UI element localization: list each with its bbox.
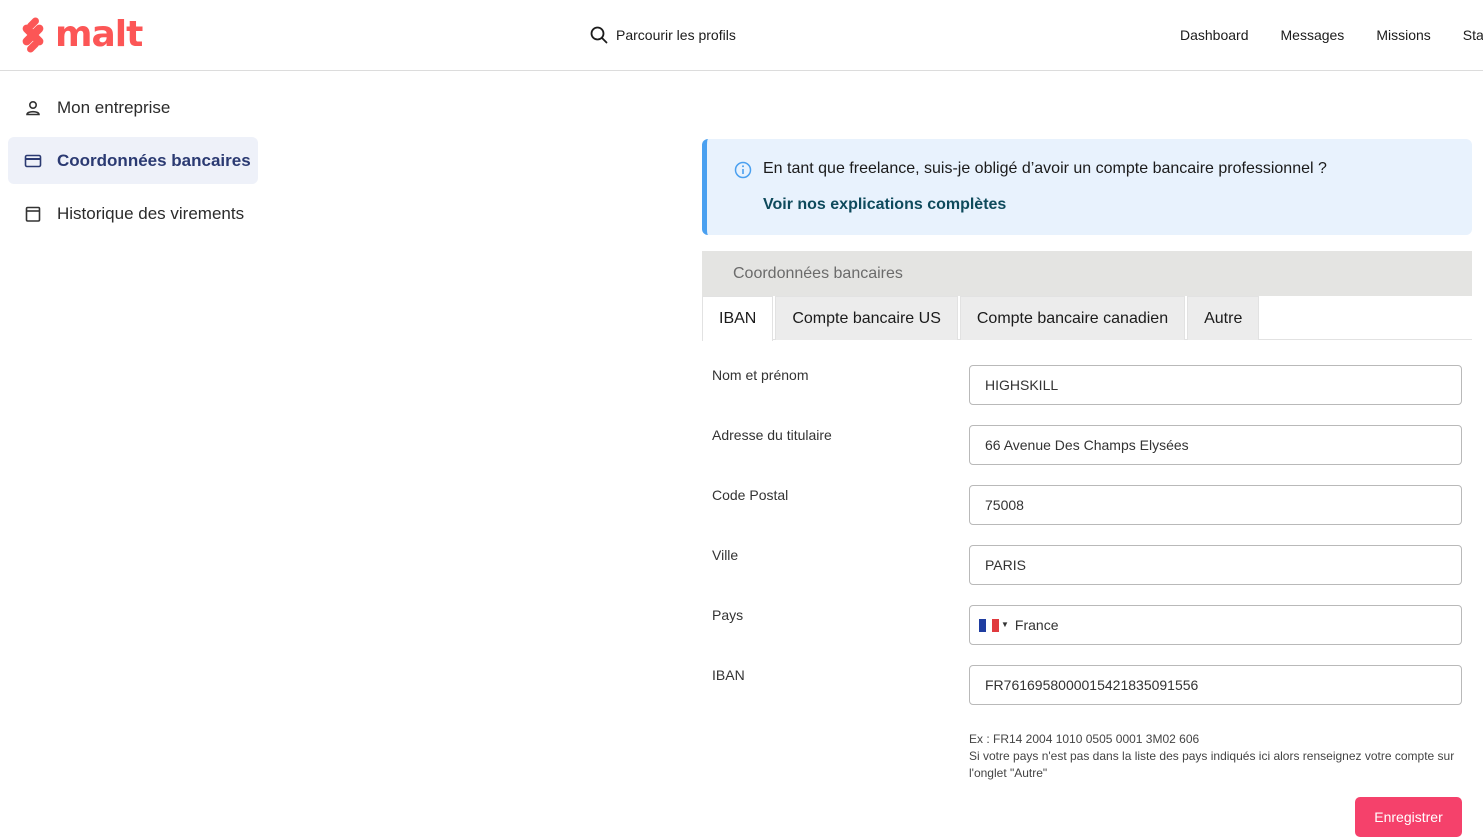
bank-account-type-tabs: IBAN Compte bancaire US Compte bancaire … xyxy=(702,296,1472,341)
city-field[interactable]: PARIS xyxy=(969,545,1462,585)
save-button[interactable]: Enregistrer xyxy=(1355,797,1462,837)
sidebar-item-label: Mon entreprise xyxy=(57,97,171,117)
browse-profiles-button[interactable]: Parcourir les profils xyxy=(590,26,736,44)
malt-logo-icon xyxy=(22,17,44,53)
sidebar-item-historique-virements[interactable]: Historique des virements xyxy=(8,190,258,237)
top-navigation-bar: malt Parcourir les profils Dashboard Mes… xyxy=(0,0,1483,71)
iban-label: IBAN xyxy=(712,667,745,683)
nav-stats[interactable]: Stat xyxy=(1463,27,1483,43)
sidebar-item-label: Historique des virements xyxy=(57,203,245,223)
name-row: Nom et prénom HIGHSKILL xyxy=(712,365,1462,405)
iban-example: Ex : FR14 2004 1010 0505 0001 3M02 606 xyxy=(969,732,1200,746)
section-title: Coordonnées bancaires xyxy=(733,265,903,282)
tab-compte-bancaire-us[interactable]: Compte bancaire US xyxy=(775,296,958,340)
sidebar-item-label: Coordonnées bancaires xyxy=(57,150,251,170)
country-select[interactable]: ▼ France xyxy=(969,605,1462,645)
info-banner: En tant que freelance, suis-je obligé d’… xyxy=(702,139,1472,235)
brand-name: malt xyxy=(55,14,143,55)
france-flag-icon xyxy=(979,618,1000,632)
info-icon xyxy=(734,161,752,179)
name-label: Nom et prénom xyxy=(712,367,809,383)
nav-messages[interactable]: Messages xyxy=(1281,27,1345,43)
postal-code-row: Code Postal 75008 xyxy=(712,485,1462,525)
malt-logo[interactable]: malt xyxy=(17,14,143,55)
info-question: En tant que freelance, suis-je obligé d’… xyxy=(763,160,1327,177)
tab-autre[interactable]: Autre xyxy=(1187,296,1260,340)
main-nav: Dashboard Messages Missions Stat xyxy=(1180,27,1483,43)
postal-code-field[interactable]: 75008 xyxy=(969,485,1462,525)
nav-dashboard[interactable]: Dashboard xyxy=(1180,27,1249,43)
iban-hint-text: Si votre pays n'est pas dans la liste de… xyxy=(969,749,1455,780)
search-icon xyxy=(590,26,608,44)
country-label: Pays xyxy=(712,607,744,623)
iban-hint: Ex : FR14 2004 1010 0505 0001 3M02 606 S… xyxy=(969,731,1469,782)
country-row: Pays ▼ France xyxy=(712,605,1462,645)
country-value: France xyxy=(1014,617,1059,633)
tab-iban[interactable]: IBAN xyxy=(702,296,774,341)
tab-compte-bancaire-canadien[interactable]: Compte bancaire canadien xyxy=(959,296,1186,340)
explanations-link[interactable]: Voir nos explications complètes xyxy=(763,196,1006,214)
iban-field[interactable]: FR7616958000015421835091556 xyxy=(969,665,1462,705)
postal-code-label: Code Postal xyxy=(712,487,789,503)
address-label: Adresse du titulaire xyxy=(712,427,832,443)
person-icon xyxy=(24,99,42,117)
sidebar-item-coordonnees-bancaires[interactable]: Coordonnées bancaires xyxy=(8,137,258,184)
settings-sidebar: Mon entreprise Coordonnées bancaires His… xyxy=(8,84,258,243)
address-field[interactable]: 66 Avenue Des Champs Elysées xyxy=(969,425,1462,465)
address-row: Adresse du titulaire 66 Avenue Des Champ… xyxy=(712,425,1462,465)
nav-missions[interactable]: Missions xyxy=(1376,27,1430,43)
city-label: Ville xyxy=(712,547,739,563)
credit-card-icon xyxy=(24,152,42,170)
browse-profiles-label: Parcourir les profils xyxy=(616,27,736,43)
bank-details-section-header: Coordonnées bancaires xyxy=(702,251,1472,296)
name-field[interactable]: HIGHSKILL xyxy=(969,365,1462,405)
iban-row: IBAN FR7616958000015421835091556 xyxy=(712,665,1462,705)
caret-down-icon: ▼ xyxy=(1001,620,1009,629)
calendar-icon xyxy=(24,205,42,223)
sidebar-item-mon-entreprise[interactable]: Mon entreprise xyxy=(8,84,258,131)
city-row: Ville PARIS xyxy=(712,545,1462,585)
